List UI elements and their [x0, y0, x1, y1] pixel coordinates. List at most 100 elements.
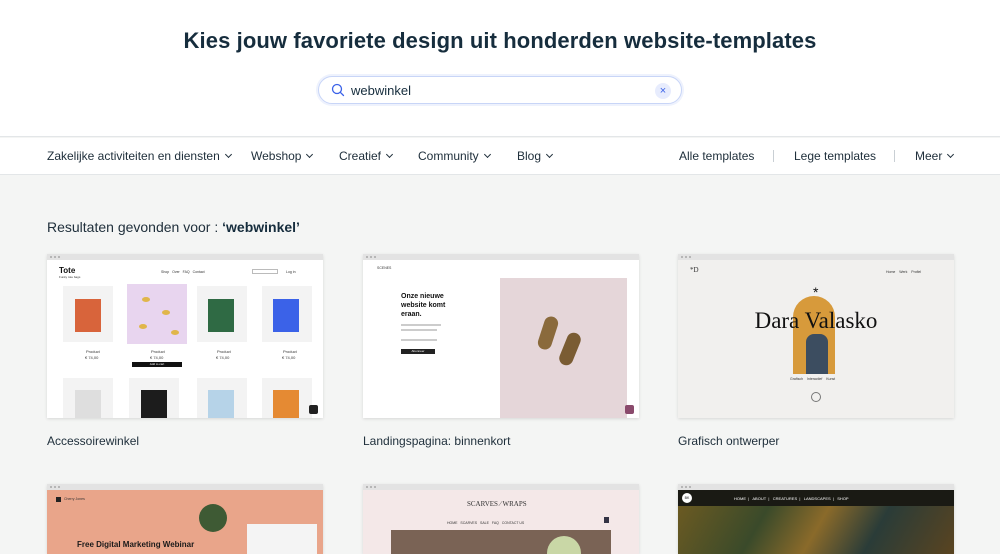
- chat-icon: [625, 405, 634, 414]
- template-thumbnail[interactable]: SCENES Onze nieuwe website komt eraan. A…: [363, 254, 639, 418]
- nav-item-blog[interactable]: Blog: [517, 149, 554, 163]
- tote-bag-pastel: [208, 390, 234, 418]
- preview-nav-item: SHOP: [837, 496, 849, 501]
- pattern-dot: [162, 310, 170, 315]
- page-title: Kies jouw favoriete design uit honderden…: [183, 28, 817, 53]
- portrait-figure: [806, 334, 828, 374]
- tote-bag-grey: [75, 390, 101, 418]
- preview-tag: Grafisch: [790, 377, 804, 381]
- tote-bag-black: [141, 390, 167, 418]
- results-heading: Resultaten gevonden voor : ‘webwinkel’: [47, 219, 300, 235]
- tote-bag-blue: [273, 299, 299, 332]
- template-thumbnail[interactable]: Cherry Jones Free Digital Marketing Webi…: [47, 484, 323, 554]
- preview-logo-mark: [56, 497, 61, 502]
- nav-item-creative[interactable]: Creatief: [339, 149, 394, 163]
- preview-nav-item: SCARVES: [460, 521, 478, 525]
- preview-artwork: [678, 506, 954, 554]
- template-thumbnail[interactable]: BK HOME | ABOUT | CREATURES | LANDSCAPES…: [678, 484, 954, 554]
- chevron-down-icon: [483, 150, 491, 159]
- template-thumbnail[interactable]: SCARVES ∕ WRAPS HOME SCARVES SALE FAQ CO…: [363, 484, 639, 554]
- preview-brand: SCARVES ∕ WRAPS: [467, 500, 527, 508]
- preview-nav-item: LANDSCAPES: [803, 496, 831, 501]
- search-input[interactable]: webwinkel: [351, 83, 411, 98]
- preview-nav-item: HOME: [734, 496, 746, 501]
- scroll-down-icon: [811, 392, 821, 402]
- tote-bag-orange: [273, 390, 299, 418]
- tote-bag-green: [208, 299, 234, 332]
- preview-login: Log in: [286, 270, 296, 274]
- preview-nav-item: Contact: [192, 270, 205, 274]
- template-thumbnail[interactable]: Tote Funky tote bags Shop Over FAQ Conta…: [47, 254, 323, 418]
- chevron-down-icon: [385, 150, 394, 159]
- product-name: Product: [217, 349, 231, 354]
- preview-nav-item: Shop: [161, 270, 170, 274]
- preview-nav-item: FAQ: [491, 521, 499, 525]
- preview-text-line: [401, 324, 441, 326]
- nav-item-webshop[interactable]: Webshop: [251, 149, 314, 163]
- nav-item-more[interactable]: Meer: [915, 149, 955, 163]
- browser-bar: [363, 484, 639, 490]
- preview-nav-item: CONTACT US: [501, 521, 525, 525]
- product-image: [127, 284, 187, 344]
- chat-icon: [309, 405, 318, 414]
- browser-bar: [363, 254, 639, 260]
- feather-icon: ∕: [499, 500, 501, 508]
- preview-nav: Home Werk Profiel: [886, 270, 921, 274]
- pattern-dot: [171, 330, 179, 335]
- template-name[interactable]: Grafisch ontwerper: [678, 434, 779, 448]
- nav-divider: [773, 150, 774, 162]
- search-icon: [331, 83, 345, 97]
- nav-item-label: Webshop: [251, 149, 302, 163]
- template-thumbnail[interactable]: *D Home Werk Profiel * Dara Valasko Graf…: [678, 254, 954, 418]
- preview-nav-item: FAQ: [182, 270, 190, 274]
- keyboard-image: [247, 524, 317, 554]
- preview-brand: Cherry Jones: [64, 497, 85, 501]
- template-name[interactable]: Accessoirewinkel: [47, 434, 139, 448]
- product-price: € 74,00: [282, 355, 296, 360]
- product-name: Product: [151, 349, 165, 354]
- nav-item-business[interactable]: Zakelijke activiteiten en diensten: [47, 149, 232, 163]
- chevron-down-icon: [224, 150, 232, 159]
- preview-nav-item: Profiel: [911, 270, 922, 274]
- category-nav: Zakelijke activiteiten en diensten Websh…: [0, 138, 1000, 175]
- clear-search-icon[interactable]: ×: [655, 83, 671, 99]
- preview-brand-right: WRAPS: [502, 500, 527, 508]
- preview-nav-item: CREATURES: [772, 496, 798, 501]
- nav-item-label: Blog: [517, 149, 542, 163]
- chevron-down-icon: [947, 150, 955, 159]
- product-price: € 74,00: [85, 355, 99, 360]
- browser-bar: [678, 254, 954, 260]
- blank-templates-link[interactable]: Lege templates: [794, 149, 876, 163]
- preview-cart-button: Add to cart: [132, 362, 182, 367]
- nav-item-label: Community: [418, 149, 479, 163]
- preview-nav-item: HOME: [447, 521, 458, 525]
- preview-nav: HOME SCARVES SALE FAQ CONTACT US: [447, 521, 524, 525]
- preview-hero-name: Dara Valasko: [754, 308, 878, 333]
- nav-item-label: Meer: [915, 149, 943, 163]
- nav-item-community[interactable]: Community: [418, 149, 491, 163]
- preview-nav: HOME | ABOUT | CREATURES | LANDSCAPES | …: [734, 496, 849, 501]
- tote-bag-orange: [75, 299, 101, 332]
- pattern-dot: [142, 297, 150, 302]
- preview-subscribe-button: Abonneer: [401, 349, 435, 354]
- preview-brand: Tote: [59, 266, 76, 275]
- preview-nav-item: Werk: [899, 270, 908, 274]
- preview-text-line: [401, 329, 437, 331]
- product-price: € 74,00: [150, 355, 164, 360]
- results-query: ‘webwinkel’: [222, 219, 300, 235]
- preview-tag: Kunst: [826, 377, 836, 381]
- pattern-dot: [139, 324, 147, 329]
- results-prefix: Resultaten gevonden voor :: [47, 219, 223, 235]
- product-name: Product: [283, 349, 297, 354]
- preview-nav-item: SALE: [480, 521, 489, 525]
- nav-item-label: Zakelijke activiteiten en diensten: [47, 149, 220, 163]
- preview-headline: Onze nieuwe website komt eraan.: [401, 293, 446, 318]
- preview-tags: Grafisch Interactief Kunst: [790, 377, 835, 381]
- template-name[interactable]: Landingspagina: binnenkort: [363, 434, 510, 448]
- browser-bar: [47, 254, 323, 260]
- succulent-plant: [199, 504, 227, 532]
- all-templates-link[interactable]: Alle templates: [679, 149, 754, 163]
- search-box[interactable]: webwinkel ×: [318, 76, 682, 104]
- preview-nav-item: ABOUT: [752, 496, 767, 501]
- preview-tagline: Funky tote bags: [59, 275, 81, 279]
